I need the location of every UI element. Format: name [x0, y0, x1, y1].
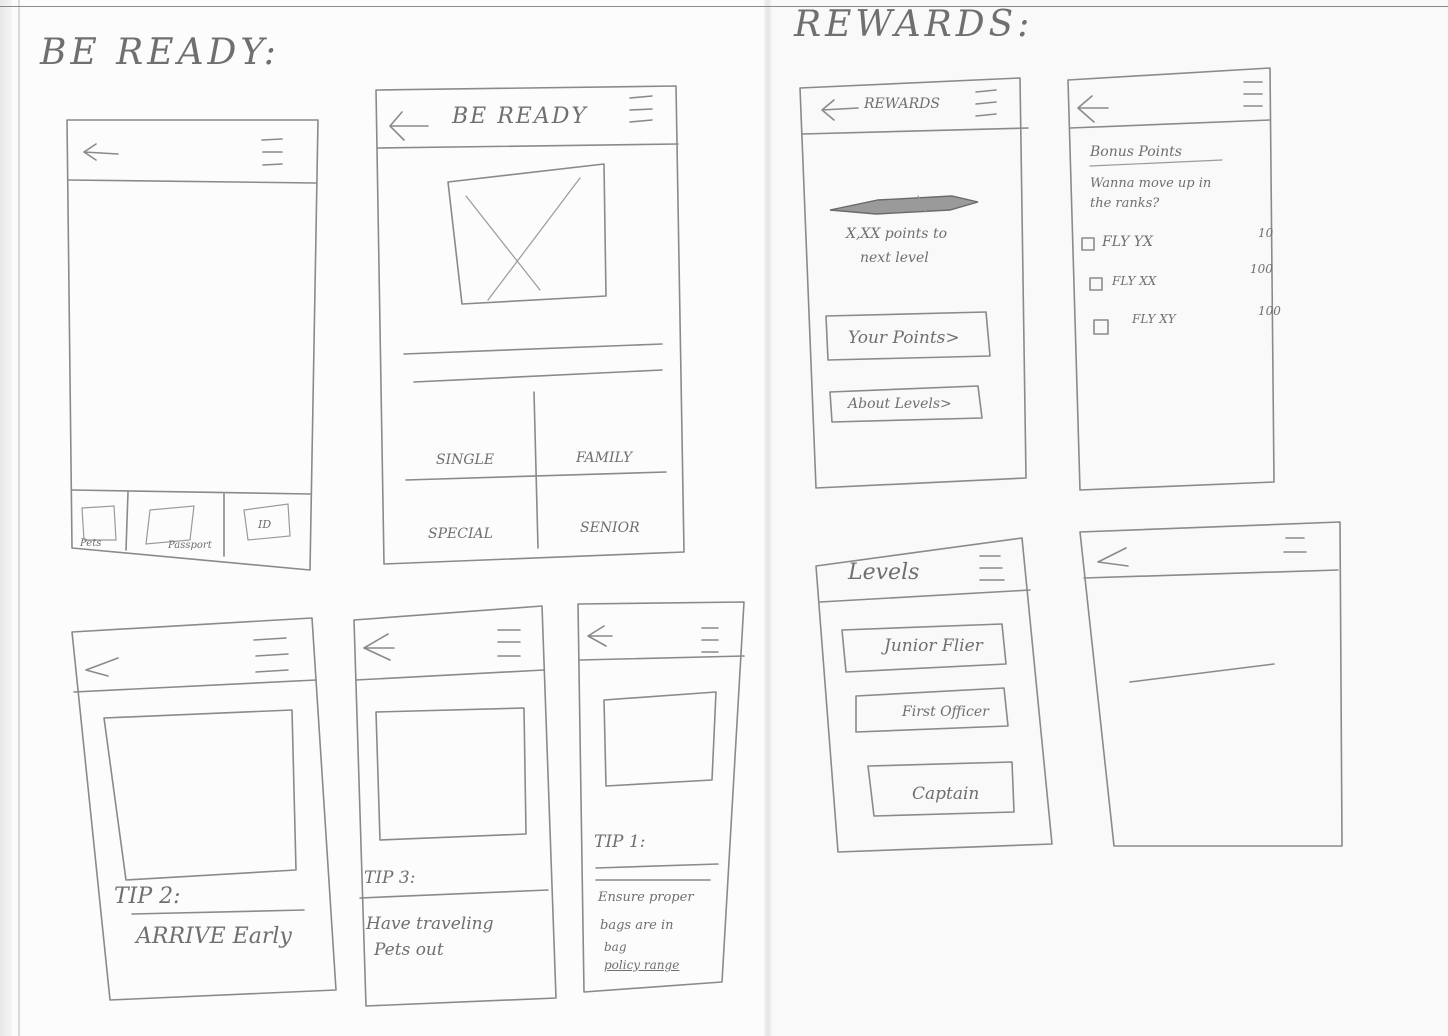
bonus-subtitle-line2: the ranks?: [1090, 196, 1160, 211]
tip3-text-line1: Have traveling: [366, 914, 494, 934]
tip1-text-line3: bag: [604, 940, 627, 954]
cell-single[interactable]: SINGLE: [436, 452, 494, 468]
passport-tab-icon[interactable]: [145, 505, 195, 545]
levels-screen-wireframe: [815, 537, 1053, 853]
back-arrow-icon[interactable]: [389, 111, 429, 141]
cell-senior[interactable]: SENIOR: [580, 520, 640, 536]
tip1-text-line2: bags are in: [600, 918, 674, 933]
tab-id-label[interactable]: ID: [258, 518, 271, 531]
bonus-subtitle-line1: Wanna move up in: [1090, 176, 1212, 191]
airplane-icon: [829, 195, 979, 215]
tip1-screen-wireframe: [577, 601, 745, 993]
be-ready-screen-wireframe: [375, 85, 685, 565]
bonus-item-label: FLY XX: [1112, 274, 1157, 288]
bonus-points-screen-wireframe: [1067, 67, 1275, 491]
tip3-text-line2: Pets out: [374, 940, 444, 960]
level-first-officer[interactable]: First Officer: [902, 704, 989, 720]
tip1-text-line1: Ensure proper: [598, 890, 694, 905]
levels-header-title: Levels: [848, 560, 920, 585]
home-screen-wireframe: [66, 119, 319, 571]
rewards-section-title: REWARDS:: [794, 4, 1034, 45]
checkbox-icon[interactable]: [1093, 319, 1109, 335]
tip3-label: TIP 3:: [364, 868, 416, 888]
hamburger-menu-icon[interactable]: [629, 95, 653, 123]
checkbox-icon[interactable]: [1081, 237, 1095, 251]
bonus-item-points: 10: [1258, 226, 1274, 240]
rewards-header-title: REWARDS: [864, 96, 940, 112]
pets-tab-icon[interactable]: [81, 505, 117, 541]
wireframe-sketches: [66, 67, 1343, 1007]
tip1-label: TIP 1:: [594, 832, 646, 852]
bonus-item-points: 100: [1250, 262, 1273, 276]
bonus-item-label: FLY YX: [1102, 234, 1154, 250]
be-ready-section-title: BE READY:: [40, 32, 280, 73]
level-junior-flier[interactable]: Junior Flier: [884, 636, 983, 656]
bonus-item-points: 100: [1258, 304, 1281, 318]
points-text-line1: X,XX points to: [846, 226, 948, 242]
tab-passport-label[interactable]: Passport: [168, 540, 212, 551]
bonus-points-title: Bonus Points: [1090, 144, 1182, 160]
back-arrow-icon[interactable]: [83, 143, 119, 161]
tip1-text-line4: policy range: [604, 958, 680, 972]
blank-screen-wireframe: [1079, 521, 1343, 847]
cell-family[interactable]: FAMILY: [576, 450, 632, 466]
hamburger-menu-icon[interactable]: [261, 138, 283, 166]
be-ready-header-title: BE READY: [452, 104, 588, 129]
bonus-item-label: FLY XY: [1132, 312, 1176, 326]
tip2-text: ARRIVE Early: [136, 924, 292, 949]
image-placeholder-icon: [447, 163, 607, 305]
tab-pets-label[interactable]: Pets: [80, 538, 101, 549]
cell-special[interactable]: SPECIAL: [428, 526, 493, 542]
checkbox-icon[interactable]: [1089, 277, 1103, 291]
rewards-screen-wireframe: [799, 77, 1029, 489]
level-captain[interactable]: Captain: [912, 784, 979, 804]
about-levels-button[interactable]: About Levels>: [848, 396, 952, 412]
tip2-label: TIP 2:: [114, 884, 181, 909]
your-points-button[interactable]: Your Points>: [848, 328, 960, 348]
points-text-line2: next level: [860, 250, 929, 266]
